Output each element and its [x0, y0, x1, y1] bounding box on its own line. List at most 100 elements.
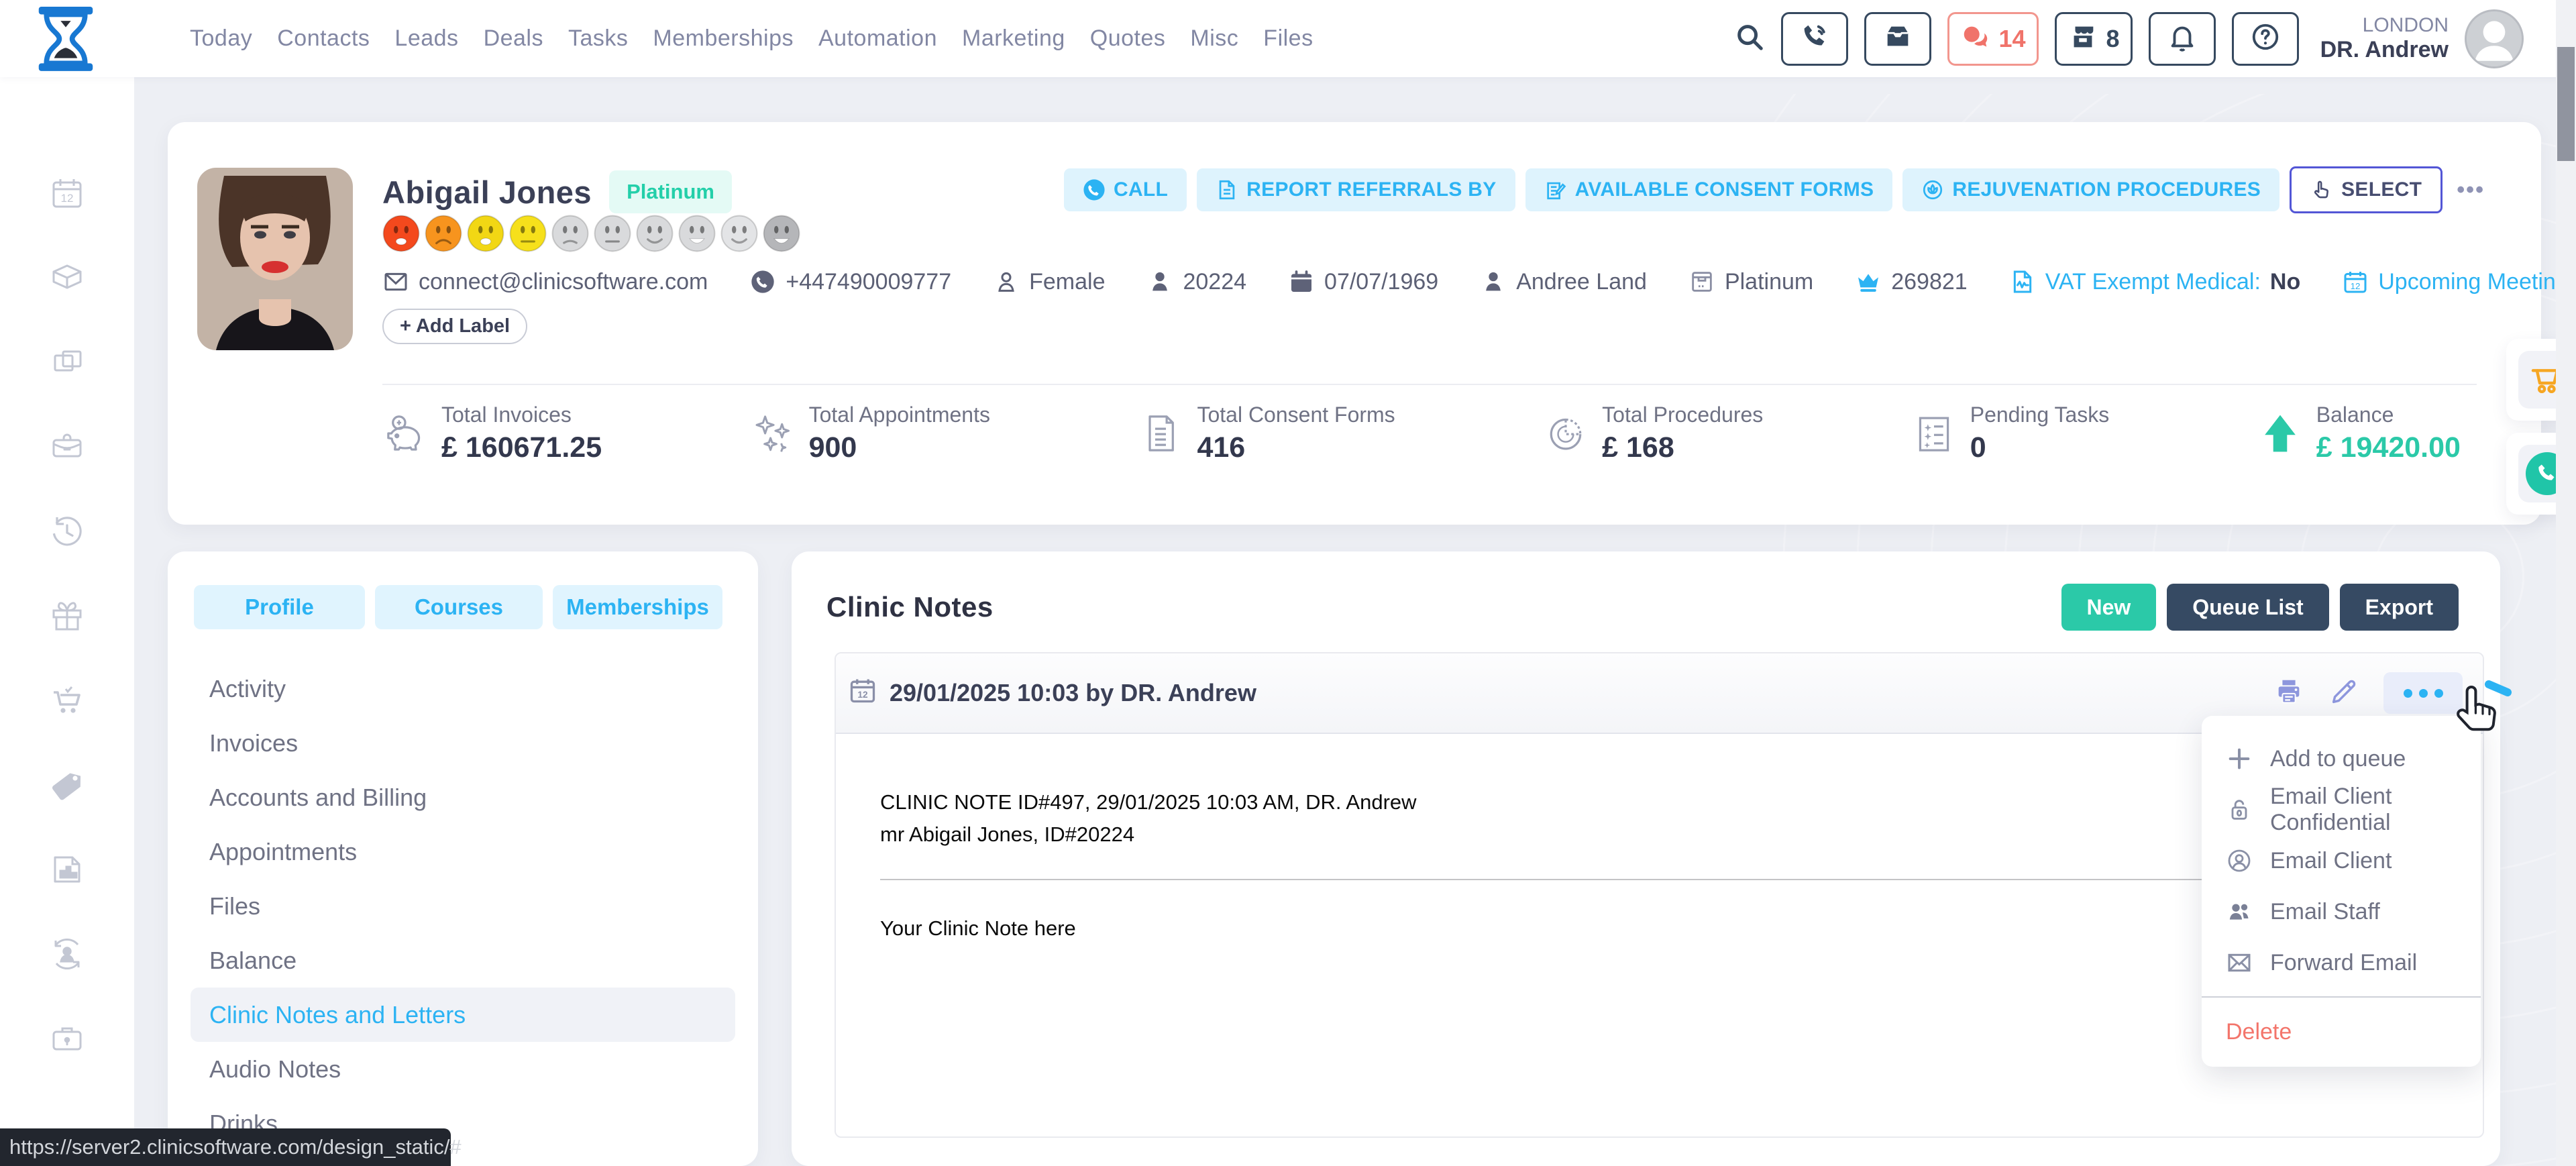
nav-item-misc[interactable]: Misc — [1190, 25, 1238, 52]
new-button[interactable]: New — [2061, 584, 2157, 631]
mood-face-3[interactable] — [467, 215, 504, 256]
mood-face-7[interactable] — [636, 215, 674, 256]
menu-item-forward-email[interactable]: Forward Email — [2202, 937, 2481, 988]
sidebar-item-accounts-and-billing[interactable]: Accounts and Billing — [168, 770, 758, 825]
add-label-button[interactable]: + Add Label — [382, 309, 527, 344]
print-icon[interactable] — [2273, 676, 2304, 710]
select-button[interactable]: SELECT — [2290, 166, 2443, 213]
nav-item-memberships[interactable]: Memberships — [653, 25, 794, 52]
report-referrals-by-button[interactable]: REPORT REFERRALS BY — [1197, 168, 1515, 211]
person-solid-icon — [1146, 268, 1173, 295]
sidebar-item-invoices[interactable]: Invoices — [168, 716, 758, 770]
tab-courses[interactable]: Courses — [375, 585, 543, 629]
menu-item-email-client[interactable]: Email Client — [2202, 835, 2481, 886]
pie-icon — [1544, 412, 1587, 455]
tab-profile[interactable]: Profile — [194, 585, 365, 629]
tab-memberships[interactable]: Memberships — [553, 585, 722, 629]
menu-item-email-staff[interactable]: Email Staff — [2202, 886, 2481, 937]
nav-item-quotes[interactable]: Quotes — [1090, 25, 1166, 52]
mood-face-6[interactable] — [594, 215, 631, 256]
nav-item-files[interactable]: Files — [1263, 25, 1313, 52]
location-label: LONDON — [2320, 14, 2449, 38]
mail-icon — [382, 268, 409, 295]
call-button[interactable]: CALL — [1064, 168, 1187, 211]
mood-face-5[interactable] — [551, 215, 589, 256]
search-icon[interactable] — [1734, 21, 1765, 56]
chat-button[interactable]: 14 — [1947, 12, 2039, 66]
client-info-text: 269821 — [1891, 269, 1967, 295]
menu-item-add-to-queue[interactable]: Add to queue — [2202, 733, 2481, 784]
mood-face-10[interactable] — [763, 215, 800, 256]
note-context-menu: Add to queueEmail Client ConfidentialEma… — [2202, 716, 2481, 1067]
client-info-text: 20224 — [1183, 269, 1246, 295]
client-info-calendar-12[interactable]: 12Upcoming Meetings — [2342, 268, 2576, 295]
sidebar-gift-icon[interactable] — [48, 597, 86, 635]
menu-item-email-client-confidential[interactable]: Email Client Confidential — [2202, 784, 2481, 835]
tier-badge: Platinum — [609, 170, 732, 213]
shop-button[interactable]: 8 — [2055, 12, 2133, 66]
client-name-row: Abigail Jones Platinum — [382, 170, 732, 213]
inbox-button[interactable] — [1864, 12, 1931, 66]
sidebar-item-audio-notes[interactable]: Audio Notes — [168, 1042, 758, 1096]
nav-item-today[interactable]: Today — [190, 25, 252, 52]
available-consent-forms-button[interactable]: AVAILABLE CONSENT FORMS — [1525, 168, 1893, 211]
scrollbar-thumb[interactable] — [2557, 47, 2575, 161]
phone-ring-icon — [1799, 21, 1830, 56]
sidebar-item-activity[interactable]: Activity — [168, 661, 758, 716]
nav-item-tasks[interactable]: Tasks — [568, 25, 628, 52]
client-info-archive: Platinum — [1688, 268, 1813, 295]
stat-label: Total Consent Forms — [1197, 403, 1395, 427]
nav-item-automation[interactable]: Automation — [818, 25, 937, 52]
clinicsoftware-logo[interactable] — [35, 7, 97, 71]
mood-face-2[interactable] — [425, 215, 462, 256]
page-scrollbar[interactable] — [2556, 0, 2576, 1166]
chat-bubbles-icon — [1960, 21, 1991, 56]
nav-item-leads[interactable]: Leads — [394, 25, 458, 52]
edit-pencil-icon[interactable] — [2328, 676, 2359, 710]
sidebar-item-files[interactable]: Files — [168, 879, 758, 933]
sidebar-cart-icon[interactable] — [48, 682, 86, 719]
nav-item-deals[interactable]: Deals — [484, 25, 543, 52]
rejuvenation-procedures-button[interactable]: REJUVENATION PROCEDURES — [1902, 168, 2279, 211]
sidebar-bag-icon[interactable] — [48, 428, 86, 466]
client-info-row: connect@clinicsoftware.com +447490009777 F… — [382, 264, 2509, 299]
client-info-text: connect@clinicsoftware.com — [419, 269, 708, 295]
doc-lines-icon — [1139, 412, 1182, 455]
client-info-person-outline: Female — [993, 268, 1105, 295]
user-avatar[interactable] — [2465, 9, 2524, 68]
client-photo[interactable] — [197, 168, 353, 350]
mood-face-1[interactable] — [382, 215, 420, 256]
sidebar-package-icon[interactable] — [48, 259, 86, 297]
nav-item-contacts[interactable]: Contacts — [277, 25, 370, 52]
sidebar-person-sync-icon[interactable] — [48, 935, 86, 973]
mood-face-4[interactable] — [509, 215, 547, 256]
menu-item-delete[interactable]: Delete — [2202, 1008, 2481, 1055]
notifications-button[interactable] — [2149, 12, 2216, 66]
sidebar-item-balance[interactable]: Balance — [168, 933, 758, 988]
sidebar-tag-icon[interactable] — [48, 766, 86, 804]
stat-label: Total Procedures — [1602, 403, 1763, 427]
mood-face-9[interactable] — [720, 215, 758, 256]
help-button[interactable] — [2232, 12, 2299, 66]
more-actions-button[interactable]: ••• — [2453, 168, 2489, 211]
phone-circle-icon — [749, 268, 776, 295]
client-info-phone-circle: +447490009777 — [749, 268, 951, 295]
sidebar-report-icon[interactable] — [48, 851, 86, 888]
sidebar-history-icon[interactable] — [48, 513, 86, 550]
sparkles-icon — [751, 412, 794, 455]
sidebar-copy-icon[interactable] — [48, 343, 86, 381]
bell-icon — [2167, 21, 2198, 56]
sidebar-calendar-12-big-icon[interactable]: 12 — [48, 174, 86, 212]
export-button[interactable]: Export — [2340, 584, 2459, 631]
dialer-button[interactable] — [1781, 12, 1848, 66]
mood-face-8[interactable] — [678, 215, 716, 256]
queue-list-button[interactable]: Queue List — [2167, 584, 2328, 631]
nav-item-marketing[interactable]: Marketing — [962, 25, 1065, 52]
sidebar-item-appointments[interactable]: Appointments — [168, 825, 758, 879]
person-outline-icon — [993, 268, 1020, 295]
sidebar-item-clinic-notes-and-letters[interactable]: Clinic Notes and Letters — [191, 988, 735, 1042]
client-info-person-solid: Andree Land — [1480, 268, 1647, 295]
calendar-solid-icon — [1288, 268, 1315, 295]
client-info-doc-medical[interactable]: VAT Exempt Medical: No — [2009, 268, 2301, 295]
sidebar-case-icon[interactable] — [48, 1020, 86, 1057]
